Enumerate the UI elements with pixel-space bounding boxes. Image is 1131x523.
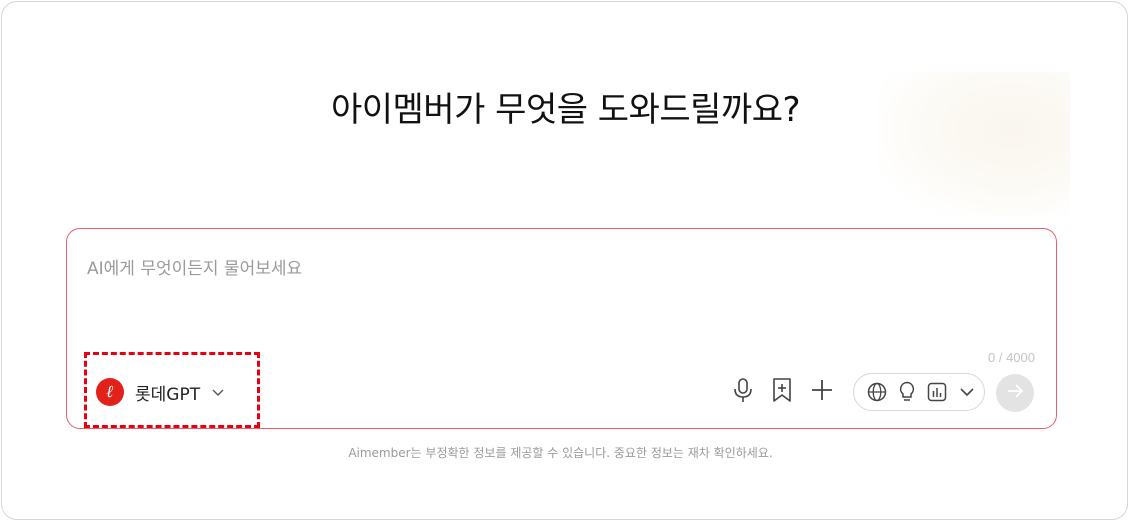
- plus-icon: [810, 378, 834, 407]
- microphone-button[interactable]: [729, 377, 757, 408]
- microphone-icon: [732, 377, 754, 408]
- chevron-down-icon[interactable]: [956, 381, 978, 403]
- arrow-right-icon: [1005, 381, 1025, 406]
- tools-pill: [853, 373, 985, 411]
- lightbulb-icon[interactable]: [896, 381, 918, 403]
- bookmark-add-icon: [771, 377, 793, 408]
- send-button[interactable]: [996, 374, 1034, 412]
- add-attachment-button[interactable]: [808, 378, 836, 406]
- character-counter: 0 / 4000: [988, 350, 1035, 365]
- add-bookmark-button[interactable]: [768, 377, 796, 408]
- model-selector[interactable]: ℓ 롯데GPT: [96, 378, 227, 406]
- chat-input-placeholder[interactable]: AI에게 무엇이든지 물어보세요: [87, 254, 302, 279]
- globe-icon[interactable]: [866, 381, 888, 403]
- chart-icon[interactable]: [926, 381, 948, 403]
- disclaimer-text: Aimember는 부정확한 정보를 제공할 수 있습니다. 중요한 정보는 재…: [348, 446, 773, 460]
- page-title: 아이멤버가 무엇을 도와드릴까요?: [330, 90, 801, 130]
- chevron-down-icon: [211, 384, 227, 400]
- lotte-logo-icon: ℓ: [96, 378, 124, 406]
- model-name: 롯데GPT: [135, 384, 201, 405]
